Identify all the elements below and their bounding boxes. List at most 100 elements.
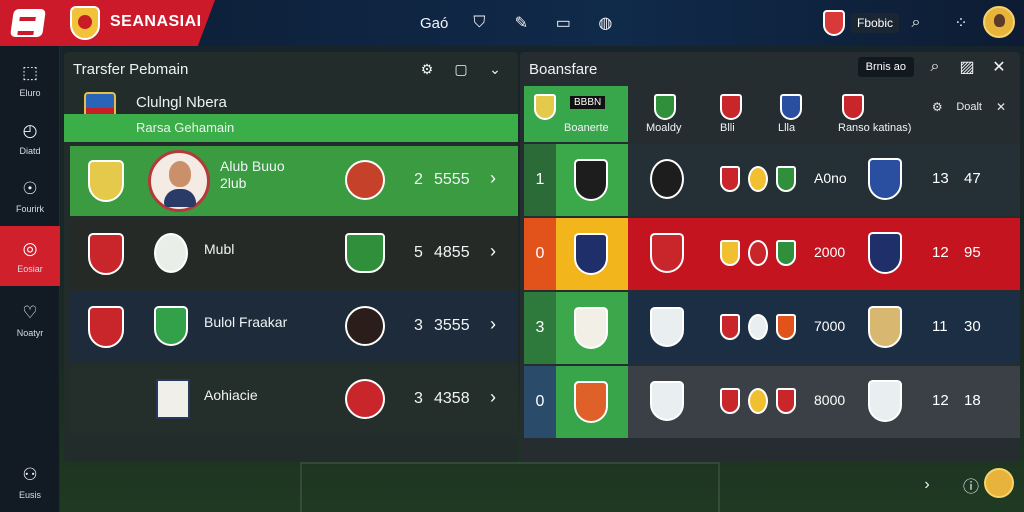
tool-label[interactable]: Gaó bbox=[420, 15, 448, 32]
close-icon[interactable]: ✕ bbox=[990, 96, 1012, 118]
club-crest-icon bbox=[868, 380, 902, 422]
club-sub-label: Rarsa Gehamain bbox=[136, 120, 235, 135]
footer-avatar[interactable] bbox=[984, 468, 1014, 498]
menu-dots-icon[interactable]: ⁘ bbox=[950, 12, 972, 34]
nav-item-eluro[interactable]: ⬚ Eluro bbox=[0, 50, 60, 110]
image-icon[interactable]: ▨ bbox=[956, 56, 978, 78]
pencil-icon[interactable]: ✎ bbox=[510, 12, 532, 34]
standings-panel: Boansfare Brnis ao ⌕ ▨ ✕ BBBN Boanerte M… bbox=[520, 52, 1020, 462]
transfer-row[interactable]: Alub Buuo 2lub 2 5555 › bbox=[70, 146, 518, 216]
transfer-row[interactable]: Mubl 5 4855 › bbox=[70, 219, 518, 289]
player-name: Mubl bbox=[204, 241, 235, 257]
transfer-row[interactable]: Aohiacie 3 4358 › bbox=[70, 365, 518, 435]
search-icon[interactable]: ⌕ bbox=[924, 56, 946, 78]
brand-name: SEANASIAI bbox=[110, 13, 202, 30]
row-club-cell bbox=[556, 292, 628, 364]
player-name-line1: Alub Buuo bbox=[220, 158, 285, 174]
nav-item-diatd[interactable]: ◴ Diatd bbox=[0, 108, 60, 168]
row-stat-b: 95 bbox=[964, 244, 981, 261]
club-crest-icon bbox=[720, 388, 740, 414]
nav-label: Diatd bbox=[19, 145, 41, 156]
row-club-cell bbox=[556, 218, 628, 290]
cog-icon[interactable]: ⚙ bbox=[416, 58, 438, 80]
row-value: 5555 bbox=[434, 171, 470, 188]
club-crest-icon bbox=[88, 306, 124, 348]
row-stat-a: 13 bbox=[932, 170, 949, 187]
filter-pill[interactable]: Brnis ao bbox=[857, 57, 914, 77]
club-crest-icon bbox=[720, 166, 740, 192]
club-badge-icon bbox=[154, 233, 188, 273]
row-value: 4855 bbox=[434, 244, 470, 261]
row-value: A0no bbox=[814, 170, 847, 186]
clock-icon: ◴ bbox=[22, 120, 38, 140]
user-chip[interactable]: Fbobic ⌕ bbox=[823, 9, 941, 37]
club-flag-icon bbox=[156, 379, 190, 419]
nav-label: Fourirk bbox=[15, 203, 44, 214]
panel-header: Boansfare Brnis ao ⌕ ▨ ✕ bbox=[520, 52, 1020, 86]
row-rank: 0 bbox=[524, 366, 556, 438]
column-tag: BBBN bbox=[570, 96, 606, 109]
transfer-row[interactable]: Bulol Fraakar 3 3555 › bbox=[70, 292, 518, 362]
row-stat-a: 12 bbox=[932, 392, 949, 409]
column-label: Boanerte bbox=[564, 122, 609, 134]
club-crest-icon bbox=[720, 240, 740, 266]
chevron-right-icon[interactable]: › bbox=[490, 168, 496, 189]
nav-item-eosiar[interactable]: ◎ Eosiar bbox=[0, 226, 60, 286]
nav-item-noatyr[interactable]: ♡ Noatyr bbox=[0, 290, 60, 350]
search-icon[interactable]: ⌕ bbox=[905, 12, 927, 34]
runner-icon: ☉ bbox=[22, 178, 38, 198]
standings-row[interactable]: 3 7000 11 30 bbox=[524, 292, 1020, 364]
column-label: Moaldy bbox=[646, 122, 682, 134]
nav-label: Eluro bbox=[19, 87, 41, 98]
chevron-right-icon[interactable]: › bbox=[490, 314, 496, 335]
screen-icon[interactable]: ▭ bbox=[552, 12, 574, 34]
chevron-right-icon[interactable]: › bbox=[490, 241, 496, 262]
nav-item-eusis[interactable]: ⚇ Eusis bbox=[0, 452, 60, 512]
globe-icon[interactable]: ◍ bbox=[594, 12, 616, 34]
standings-row[interactable]: 0 2000 12 95 bbox=[524, 218, 1020, 290]
club-crest-icon bbox=[776, 388, 796, 414]
settings-icon[interactable]: ⚙ bbox=[926, 96, 948, 118]
heart-icon: ♡ bbox=[22, 302, 38, 322]
row-club-cell bbox=[556, 366, 628, 438]
club-crest-icon bbox=[776, 314, 796, 340]
club-badge-icon bbox=[345, 306, 385, 346]
info-icon[interactable]: ⓘ bbox=[960, 474, 982, 496]
standings-row[interactable]: 1 A0no 13 47 bbox=[524, 144, 1020, 216]
club-crest-icon bbox=[88, 233, 124, 275]
club-crest-icon bbox=[720, 94, 742, 120]
shirt-icon[interactable]: ⛉ bbox=[468, 12, 490, 34]
column-header: BBBN Boanerte Moaldy Blli Llla Ranso kat… bbox=[520, 86, 1020, 142]
next-icon[interactable]: › bbox=[916, 474, 938, 496]
chevron-down-icon[interactable]: ⌄ bbox=[484, 58, 506, 80]
club-crest-icon bbox=[650, 307, 684, 347]
row-count: 5 bbox=[414, 244, 423, 261]
column-label: Blli bbox=[720, 122, 735, 134]
club-crest-icon bbox=[650, 381, 684, 421]
row-stat-a: 11 bbox=[932, 318, 948, 335]
target-icon: ◎ bbox=[22, 238, 38, 258]
chevron-right-icon[interactable]: › bbox=[490, 387, 496, 408]
club-crest-icon bbox=[574, 233, 608, 275]
club-badge-icon bbox=[748, 388, 768, 414]
club-crest-icon bbox=[868, 158, 902, 200]
app-logo-icon[interactable] bbox=[10, 9, 46, 37]
club-crest-icon bbox=[868, 306, 902, 348]
nav-item-fourirk[interactable]: ☉ Fourirk bbox=[0, 166, 60, 226]
standings-row[interactable]: 0 8000 12 18 bbox=[524, 366, 1020, 438]
left-nav: ⬚ Eluro ◴ Diatd ☉ Fourirk ◎ Eosiar ♡ Noa… bbox=[0, 46, 60, 512]
club-crest-icon bbox=[868, 232, 902, 274]
maximize-icon[interactable]: ▢ bbox=[450, 58, 472, 80]
column-right-label: Doalt bbox=[956, 101, 982, 113]
club-crest-icon bbox=[534, 94, 556, 120]
club-crest-icon bbox=[780, 94, 802, 120]
nav-label: Eusis bbox=[18, 489, 41, 500]
top-avatar[interactable] bbox=[983, 6, 1015, 38]
footer-controls: › ⓘ bbox=[916, 474, 982, 496]
column-first[interactable]: BBBN Boanerte bbox=[524, 86, 628, 142]
row-stat-b: 18 bbox=[964, 392, 981, 409]
top-tools: Gaó ⛉ ✎ ▭ ◍ bbox=[420, 10, 616, 36]
row-value: 8000 bbox=[814, 392, 846, 408]
club-badge-icon bbox=[345, 379, 385, 419]
close-icon[interactable]: ✕ bbox=[988, 56, 1010, 78]
